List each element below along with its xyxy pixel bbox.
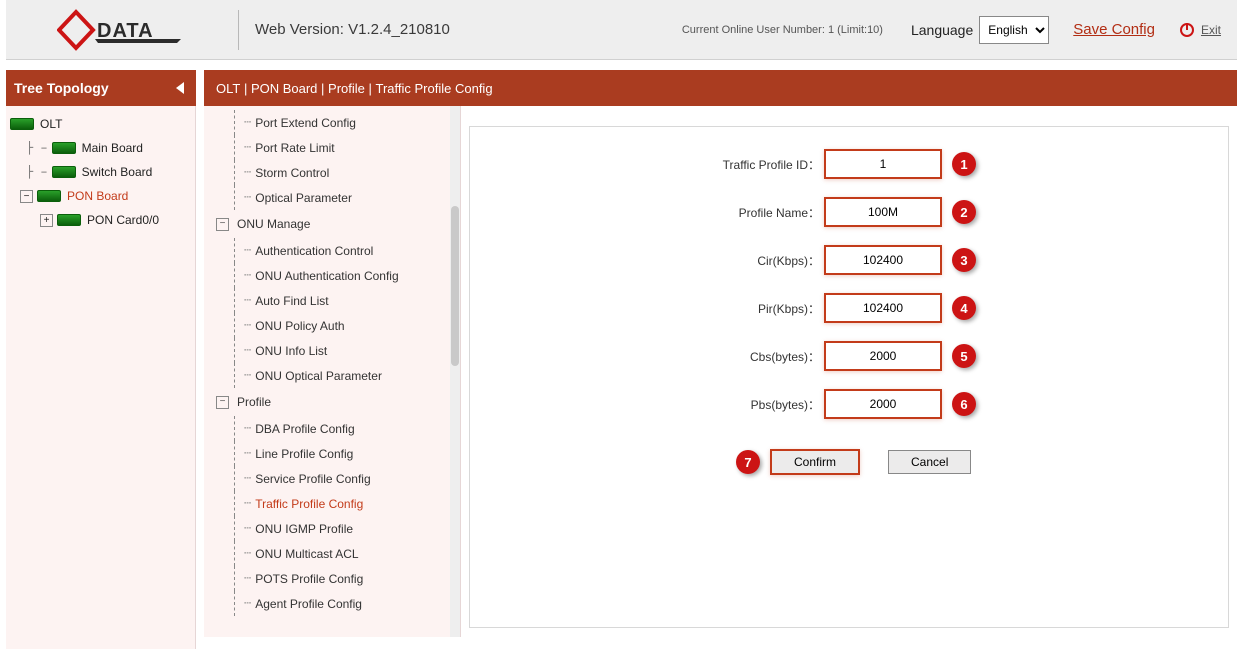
snav-item-onu-policy-auth[interactable]: ┄ONU Policy Auth: [204, 313, 450, 338]
vertical-divider: [238, 10, 239, 50]
label-traffic-profile-id: Traffic Profile ID：: [470, 156, 824, 173]
tree-node-olt[interactable]: OLT: [10, 112, 191, 136]
card-icon: [57, 214, 81, 226]
snav-item-authentication-control[interactable]: ┄Authentication Control: [204, 238, 450, 263]
step-badge-7: 7: [736, 450, 760, 474]
snav-item-service-profile-config[interactable]: ┄Service Profile Config: [204, 466, 450, 491]
tree-title: Tree Topology: [14, 80, 109, 96]
language-select[interactable]: English: [979, 16, 1049, 44]
tree-node-switch-board[interactable]: ├ – Switch Board: [10, 160, 191, 184]
online-user-count: Current Online User Number: 1 (Limit:10): [682, 24, 883, 36]
collapse-box-icon[interactable]: −: [216, 218, 229, 231]
field-row-pir: Pir(Kbps)： 4: [470, 293, 1228, 323]
label-cir: Cir(Kbps)：: [470, 252, 824, 269]
step-badge-4: 4: [952, 296, 976, 320]
secondary-nav-scrollbar[interactable]: [450, 106, 460, 637]
snav-item-traffic-profile-config[interactable]: ┄Traffic Profile Config: [204, 491, 450, 516]
label-pbs: Pbs(bytes)：: [470, 396, 824, 413]
step-badge-1: 1: [952, 152, 976, 176]
breadcrumb: OLT | PON Board | Profile | Traffic Prof…: [204, 70, 1237, 106]
snav-item-onu-multicast-acl[interactable]: ┄ONU Multicast ACL: [204, 541, 450, 566]
device-icon: [10, 118, 34, 130]
content-panel: OLT | PON Board | Profile | Traffic Prof…: [204, 70, 1237, 637]
input-cbs[interactable]: [824, 341, 942, 371]
snav-group-profile[interactable]: −Profile: [204, 388, 450, 416]
step-badge-3: 3: [952, 248, 976, 272]
button-row: 7 Confirm Cancel: [470, 449, 1228, 475]
collapse-box-icon[interactable]: −: [20, 190, 33, 203]
language-label: Language: [911, 22, 973, 38]
snav-item-line-profile-config[interactable]: ┄Line Profile Config: [204, 441, 450, 466]
form-panel: Traffic Profile ID： 1 Profile Name： 2 Ci…: [461, 106, 1237, 637]
traffic-profile-form: Traffic Profile ID： 1 Profile Name： 2 Ci…: [469, 126, 1229, 628]
breadcrumb-olt[interactable]: OLT: [216, 81, 240, 96]
brand-logo: DATA: [22, 6, 222, 54]
snav-item-port-rate-limit[interactable]: ┄Port Rate Limit: [204, 135, 450, 160]
input-profile-name[interactable]: [824, 197, 942, 227]
board-icon: [52, 166, 76, 178]
svg-text:DATA: DATA: [97, 20, 154, 42]
cancel-button[interactable]: Cancel: [888, 450, 971, 474]
snav-item-auto-find-list[interactable]: ┄Auto Find List: [204, 288, 450, 313]
label-pir: Pir(Kbps)：: [470, 300, 824, 317]
power-icon: [1179, 22, 1195, 38]
snav-item-onu-authentication-config[interactable]: ┄ONU Authentication Config: [204, 263, 450, 288]
snav-group-onu-manage[interactable]: −ONU Manage: [204, 210, 450, 238]
input-pbs[interactable]: [824, 389, 942, 419]
input-cir[interactable]: [824, 245, 942, 275]
field-row-profile-name: Profile Name： 2: [470, 197, 1228, 227]
input-pir[interactable]: [824, 293, 942, 323]
breadcrumb-pon-board[interactable]: PON Board: [251, 81, 317, 96]
step-badge-2: 2: [952, 200, 976, 224]
board-icon: [37, 190, 61, 202]
tree-node-pon-card0-0[interactable]: + PON Card0/0: [10, 208, 191, 232]
label-cbs: Cbs(bytes)：: [470, 348, 824, 365]
field-row-pbs: Pbs(bytes)： 6: [470, 389, 1228, 419]
snav-item-storm-control[interactable]: ┄Storm Control: [204, 160, 450, 185]
board-icon: [52, 142, 76, 154]
snav-item-dba-profile-config[interactable]: ┄DBA Profile Config: [204, 416, 450, 441]
web-version-label: Web Version: V1.2.4_210810: [255, 21, 450, 38]
expand-box-icon[interactable]: +: [40, 214, 53, 227]
step-badge-5: 5: [952, 344, 976, 368]
snav-item-onu-igmp-profile[interactable]: ┄ONU IGMP Profile: [204, 516, 450, 541]
save-config-link[interactable]: Save Config: [1073, 21, 1155, 38]
snav-item-port-extend-config[interactable]: ┄Port Extend Config: [204, 110, 450, 135]
tree-node-main-board[interactable]: ├ – Main Board: [10, 136, 191, 160]
snav-item-pots-profile-config[interactable]: ┄POTS Profile Config: [204, 566, 450, 591]
tree-body: OLT ├ – Main Board ├ – Switch Board − PO…: [6, 106, 196, 649]
field-row-cir: Cir(Kbps)： 3: [470, 245, 1228, 275]
confirm-button[interactable]: Confirm: [770, 449, 860, 475]
tree-header[interactable]: Tree Topology: [6, 70, 196, 106]
label-profile-name: Profile Name：: [470, 204, 824, 221]
snav-item-agent-profile-config[interactable]: ┄Agent Profile Config: [204, 591, 450, 616]
secondary-nav: ┄Port Extend Config ┄Port Rate Limit ┄St…: [204, 106, 461, 637]
field-row-cbs: Cbs(bytes)： 5: [470, 341, 1228, 371]
breadcrumb-profile[interactable]: Profile: [328, 81, 365, 96]
breadcrumb-traffic-profile-config[interactable]: Traffic Profile Config: [376, 81, 493, 96]
tree-node-pon-board[interactable]: − PON Board: [10, 184, 191, 208]
collapse-left-icon: [174, 81, 188, 95]
exit-button[interactable]: Exit: [1179, 22, 1221, 38]
exit-label: Exit: [1201, 23, 1221, 37]
scrollbar-thumb[interactable]: [451, 206, 459, 366]
snav-item-onu-optical-parameter[interactable]: ┄ONU Optical Parameter: [204, 363, 450, 388]
step-badge-6: 6: [952, 392, 976, 416]
collapse-box-icon[interactable]: −: [216, 396, 229, 409]
snav-item-optical-parameter[interactable]: ┄Optical Parameter: [204, 185, 450, 210]
cdata-logo-icon: DATA: [57, 6, 187, 54]
tree-panel: Tree Topology OLT ├ – Main Board ├ –: [6, 70, 196, 649]
input-traffic-profile-id[interactable]: [824, 149, 942, 179]
field-row-traffic-profile-id: Traffic Profile ID： 1: [470, 149, 1228, 179]
top-bar: DATA Web Version: V1.2.4_210810 Current …: [6, 0, 1237, 60]
snav-item-onu-info-list[interactable]: ┄ONU Info List: [204, 338, 450, 363]
